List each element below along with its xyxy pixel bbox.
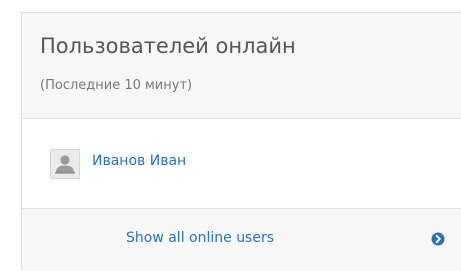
user-silhouette-icon bbox=[51, 150, 79, 178]
show-all-online-users-link[interactable]: Show all online users bbox=[126, 230, 274, 246]
block-footer: Show all online users bbox=[22, 209, 461, 271]
block-title: Пользователей онлайн bbox=[40, 34, 296, 58]
block-header: Пользователей онлайн (Последние 10 минут… bbox=[22, 13, 461, 119]
block-subtitle: (Последние 10 минут) bbox=[40, 78, 193, 93]
online-users-list: Иванов Иван bbox=[22, 119, 461, 209]
arrow-circle-right-icon[interactable] bbox=[431, 232, 445, 246]
user-name-link[interactable]: Иванов Иван bbox=[92, 153, 186, 169]
online-users-block: Пользователей онлайн (Последние 10 минут… bbox=[21, 12, 461, 271]
avatar[interactable] bbox=[50, 149, 80, 179]
